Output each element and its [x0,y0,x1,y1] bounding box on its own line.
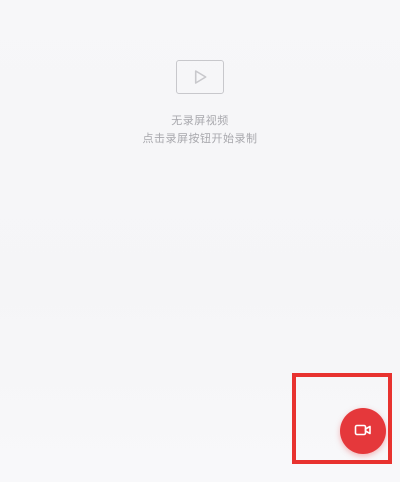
screen-recordings-page: 无录屏视频 点击录屏按钮开始录制 [0,0,400,482]
video-camera-icon [354,422,372,441]
video-play-icon [176,60,224,94]
empty-state: 无录屏视频 点击录屏按钮开始录制 [0,60,400,146]
empty-title: 无录屏视频 [171,114,229,127]
empty-hint: 点击录屏按钮开始录制 [142,132,258,145]
record-button[interactable] [340,408,386,454]
